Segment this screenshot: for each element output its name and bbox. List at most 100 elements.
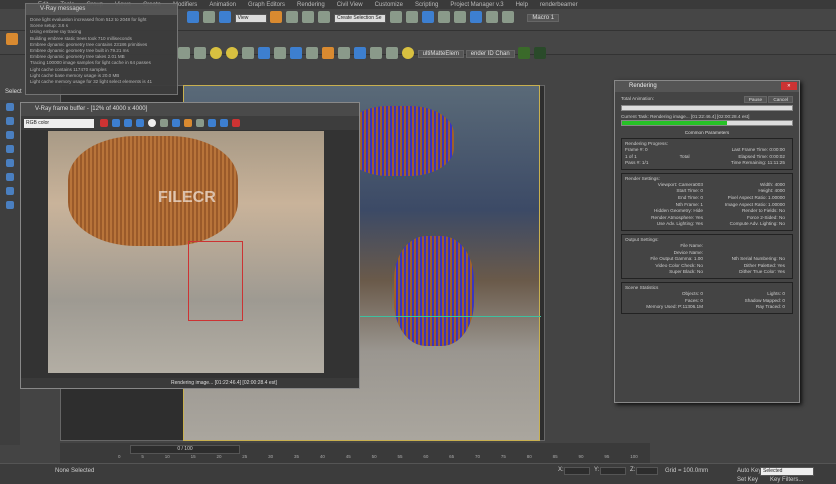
animal-icon[interactable] [322,47,334,59]
rendering-progress-group: Rendering Progress: Frame #: 0 Last Frame… [621,138,793,170]
angle-snap-icon[interactable] [302,11,315,23]
fp-icon[interactable] [6,33,18,45]
alpha-icon[interactable] [148,119,156,127]
pause-button[interactable]: Pause [743,96,768,103]
green-channel-icon[interactable] [124,119,132,127]
param-value: File Output Gamma: 1.00 [650,256,703,262]
material-editor-icon[interactable] [453,11,466,23]
move-icon[interactable] [286,11,299,23]
mono-icon[interactable] [160,119,168,127]
snap-icon[interactable] [270,11,283,23]
rendering-dialog: Rendering ✕ Total Animation: Pause Cance… [614,80,800,403]
tool-icon[interactable] [6,201,14,209]
tool-icon[interactable] [6,187,14,195]
align-icon[interactable] [405,11,418,23]
menu-item[interactable]: Civil View [337,2,363,8]
curve-editor-icon[interactable] [437,11,450,23]
proxy-icon[interactable] [258,47,270,59]
reference-coord-dropdown[interactable]: View [234,13,267,23]
menu-item[interactable]: Project Manager v.3 [450,2,503,8]
param-value: Shadow Mapped: 0 [744,297,785,303]
tool-icon[interactable] [6,103,14,111]
key-filters-button[interactable]: Key Filters... [770,477,803,483]
multimatte-element-button[interactable]: ultiMatteElem [417,49,465,58]
set-key-button[interactable]: Set Key [737,477,758,483]
ts-icon[interactable] [518,47,531,59]
tool-icon[interactable] [6,173,14,181]
watermark: FILECR [158,189,216,206]
z-field[interactable] [636,467,658,475]
red-channel-icon[interactable] [112,119,120,127]
region-icon[interactable] [208,119,216,127]
render-setup-icon[interactable] [469,11,482,23]
device-icon[interactable] [370,47,382,59]
mirror-icon[interactable] [389,11,402,23]
selection-set-dropdown[interactable]: Create Selection Se [334,13,387,23]
menu-item[interactable]: Help [516,2,528,8]
c-icon[interactable] [534,47,547,59]
rock-icon[interactable] [338,47,350,59]
tool-icon[interactable] [6,131,14,139]
menu-item[interactable]: Customize [375,2,403,8]
timeline-tick: 0 [118,454,121,459]
rgb-icon[interactable] [100,119,108,127]
plane-icon[interactable] [274,47,286,59]
group-title: Scene Statistics [625,284,659,290]
teapot-icon[interactable] [178,47,190,59]
menu-item[interactable]: Animation [209,2,236,8]
key-mode-dropdown[interactable]: Selected [760,467,814,476]
status-bar: None Selected X: Y: Z: Grid = 100.0mm Au… [0,463,836,484]
output-settings-group: Output Settings: File Name: Device Name: Fi… [621,233,793,279]
common-parameters-header: Common Parameters [684,130,730,135]
save-icon[interactable] [172,119,180,127]
close-button[interactable]: ✕ [781,82,797,90]
tree-icon[interactable] [306,47,318,59]
tool-icon[interactable] [6,145,14,153]
time-slider[interactable]: 0 / 100 [130,445,240,454]
bulb-icon[interactable] [402,47,414,59]
param-row: Hidden Geometry: Hide Render to Fields: N… [625,208,789,215]
cancel-button[interactable]: Cancel [768,96,793,103]
macro-button[interactable]: Macro 1 [527,13,560,22]
percent-snap-icon[interactable] [318,11,331,23]
load-icon[interactable] [184,119,192,127]
param-value: Hidden Geometry: Hide [654,208,703,214]
render-icon[interactable] [501,11,514,23]
render-frame-icon[interactable] [485,11,498,23]
track-mouse-icon[interactable] [220,119,228,127]
x-field[interactable] [564,467,590,475]
menu-item[interactable]: Graph Editors [248,2,285,8]
render-region [188,241,243,321]
param-value: Render Atmosphere: Yes [651,214,703,220]
blue-channel-icon[interactable] [136,119,144,127]
param-value: Force 2-Sided: No [746,214,785,220]
clear-icon[interactable] [196,119,204,127]
channel-dropdown[interactable]: RGB color [24,118,94,128]
help-icon[interactable] [386,47,398,59]
menu-item[interactable]: renderbeamer [540,2,578,8]
select-move-icon[interactable] [187,11,199,23]
x-label: X: [558,467,564,473]
menu-item[interactable]: Rendering [297,2,325,8]
stop-render-icon[interactable] [232,119,240,127]
scene-explorer-icon[interactable] [421,11,434,23]
auto-key-button[interactable]: Auto Key [737,468,761,474]
render-id-button[interactable]: ender ID Chan [465,49,515,58]
fur-icon[interactable] [242,47,254,59]
task-progress-bar [621,120,793,126]
log-line: Light cache memory usage for 32 light se… [30,79,153,85]
ball-icon[interactable] [354,47,366,59]
param-value: Faces: 0 [685,297,703,303]
menu-item[interactable]: Scripting [415,2,438,8]
sphere-icon[interactable] [290,47,302,59]
vfb-title: V-Ray frame buffer - [12% of 4000 x 4000… [21,103,359,116]
sun-icon[interactable] [210,47,222,59]
y-field[interactable] [600,467,626,475]
scale-icon[interactable] [219,11,231,23]
tool-icon[interactable] [6,159,14,167]
dome-light-icon[interactable] [226,47,238,59]
cone-light-icon[interactable] [194,47,206,59]
tool-icon[interactable] [6,117,14,125]
rotate-icon[interactable] [203,11,215,23]
timeline-tick: 30 [268,454,274,459]
